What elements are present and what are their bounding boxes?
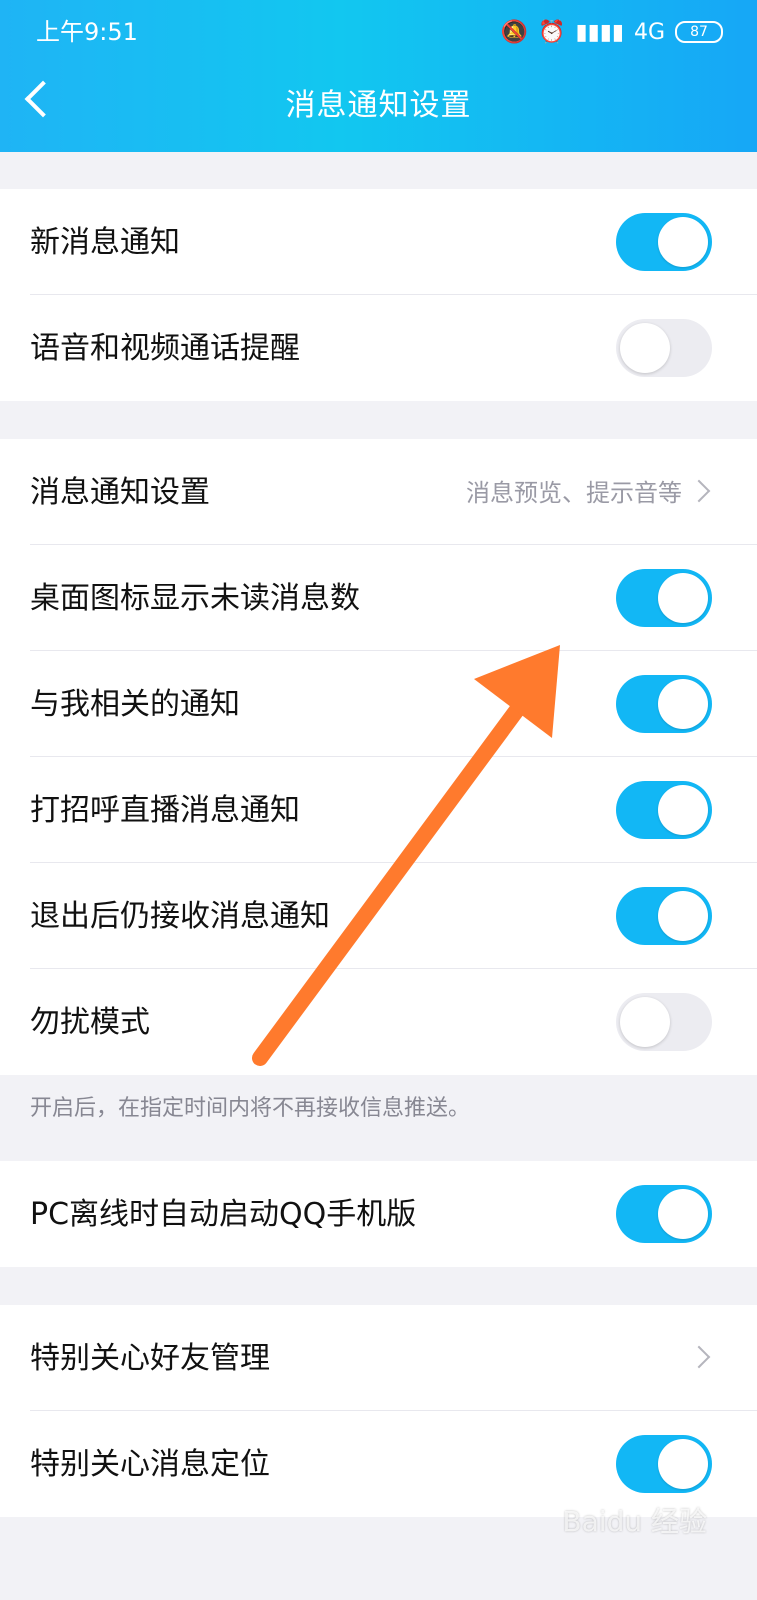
row-label: 桌面图标显示未读消息数 — [30, 581, 360, 616]
battery-indicator: 87 — [675, 21, 723, 43]
row-special-care-friends[interactable]: 特别关心好友管理 — [0, 1305, 757, 1411]
row-desktop-unread-count[interactable]: 桌面图标显示未读消息数 — [0, 545, 757, 651]
row-label: 特别关心消息定位 — [30, 1447, 270, 1482]
row-related-notifications[interactable]: 与我相关的通知 — [0, 651, 757, 757]
group-1: 新消息通知 语音和视频通话提醒 — [0, 189, 757, 401]
toggle-knob — [658, 573, 708, 623]
group-4: 特别关心好友管理 特别关心消息定位 — [0, 1305, 757, 1517]
toggle-switch[interactable] — [616, 675, 712, 733]
row-message-notification-settings[interactable]: 消息通知设置 消息预览、提示音等 — [0, 439, 757, 545]
toggle-switch[interactable] — [616, 993, 712, 1051]
toggle-knob — [658, 217, 708, 267]
toggle-switch[interactable] — [616, 1435, 712, 1493]
row-new-message-notification[interactable]: 新消息通知 — [0, 189, 757, 295]
row-do-not-disturb[interactable]: 勿扰模式 — [0, 969, 757, 1075]
chevron-right-icon — [687, 479, 711, 503]
group-3: PC离线时自动启动QQ手机版 — [0, 1161, 757, 1267]
row-receive-after-exit[interactable]: 退出后仍接收消息通知 — [0, 863, 757, 969]
row-label: 退出后仍接收消息通知 — [30, 899, 330, 934]
row-label: 打招呼直播消息通知 — [30, 793, 300, 828]
network-type: 4G — [633, 19, 665, 45]
alarm-icon: ⏰ — [538, 19, 566, 45]
row-voice-video-reminder[interactable]: 语音和视频通话提醒 — [0, 295, 757, 401]
row-label: 与我相关的通知 — [30, 687, 240, 722]
baidu-watermark: Baidu 经验 — [562, 1505, 707, 1538]
toggle-knob — [620, 323, 670, 373]
toggle-knob — [620, 997, 670, 1047]
toggle-knob — [658, 1189, 708, 1239]
toggle-switch[interactable] — [616, 887, 712, 945]
mute-bell-icon: 🔕 — [500, 19, 529, 45]
status-icons: 🔕 ⏰ ▮▮▮▮ 4G 87 — [501, 16, 723, 48]
signal-icon: ▮▮▮▮ — [575, 19, 624, 45]
row-greeting-live-notifications[interactable]: 打招呼直播消息通知 — [0, 757, 757, 863]
toggle-knob — [658, 891, 708, 941]
page-title: 消息通知设置 — [285, 88, 472, 123]
toggle-switch[interactable] — [616, 781, 712, 839]
toggle-knob — [658, 1439, 708, 1489]
toggle-switch[interactable] — [616, 319, 712, 377]
row-label: PC离线时自动启动QQ手机版 — [30, 1197, 417, 1232]
group-2: 消息通知设置 消息预览、提示音等 桌面图标显示未读消息数 与我相关的通知 打招呼… — [0, 439, 757, 1075]
row-label: 勿扰模式 — [30, 1005, 150, 1040]
toggle-switch[interactable] — [616, 569, 712, 627]
status-time: 上午9:51 — [36, 18, 138, 46]
row-label: 语音和视频通话提醒 — [30, 331, 300, 366]
toggle-switch[interactable] — [616, 213, 712, 271]
row-label: 消息通知设置 — [30, 475, 210, 510]
toggle-knob — [658, 785, 708, 835]
row-label: 新消息通知 — [30, 225, 180, 260]
toggle-switch[interactable] — [616, 1185, 712, 1243]
top-header: 上午9:51 🔕 ⏰ ▮▮▮▮ 4G 87 消息通知设置 — [0, 0, 757, 152]
dnd-note: 开启后，在指定时间内将不再接收信息推送。 — [30, 1096, 471, 1121]
row-label: 特别关心好友管理 — [30, 1341, 270, 1376]
row-subtitle: 消息预览、提示音等 — [466, 479, 682, 507]
toggle-knob — [658, 679, 708, 729]
chevron-right-icon — [687, 1345, 711, 1369]
row-pc-offline-auto-start[interactable]: PC离线时自动启动QQ手机版 — [0, 1161, 757, 1267]
